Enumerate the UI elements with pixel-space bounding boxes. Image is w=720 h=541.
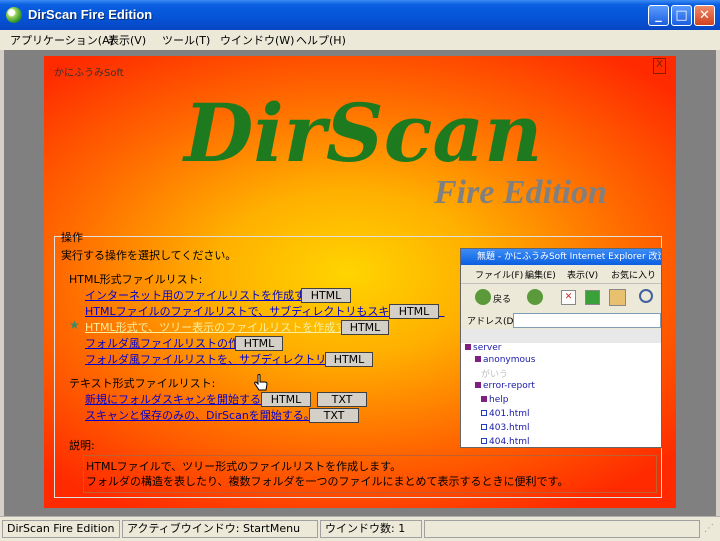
menu-window[interactable]: ウインドウ(W) xyxy=(220,32,294,48)
tree-item: server xyxy=(465,343,502,353)
description-line-1: HTMLファイルで、ツリー形式のファイルリストを作成します。 xyxy=(86,460,402,473)
preview-back-label: 戻る xyxy=(493,295,512,305)
tree-item: help xyxy=(481,395,508,405)
brand-label: かにふうみSoft xyxy=(54,68,124,79)
html-item-tree-list-html-button[interactable]: HTML xyxy=(341,320,389,335)
description-label: 説明: xyxy=(69,439,95,452)
app-icon xyxy=(6,7,22,23)
html-item-folder-list-subdir-html-button[interactable]: HTML xyxy=(325,352,373,367)
html-item-folder-list-subdir[interactable]: フォルダ風ファイルリストを、サブディレクトリも作成 xyxy=(85,351,359,367)
selected-star-icon: ★ xyxy=(69,318,80,332)
text-item-scan-save-txt-button[interactable]: TXT xyxy=(309,408,359,423)
html-item-internet-list[interactable]: インターネット用のファイルリストを作成する。 xyxy=(85,287,327,303)
html-section-label: HTML形式ファイルリスト: xyxy=(69,273,203,286)
menu-view[interactable]: 表示(V) xyxy=(108,32,146,48)
window-title: DirScan Fire Edition xyxy=(28,7,153,22)
menu-application[interactable]: アプリケーション(A) xyxy=(10,32,114,48)
preview-menu-favorites: お気に入り xyxy=(611,271,657,281)
tree-item: 403.html xyxy=(481,423,530,433)
html-item-folder-list[interactable]: フォルダ風ファイルリストの作成 xyxy=(85,335,250,351)
html-item-internet-list-html-button[interactable]: HTML xyxy=(301,288,351,303)
html-item-folder-list-html-button[interactable]: HTML xyxy=(235,336,283,351)
preview-address-field xyxy=(513,313,661,328)
text-section-label: テキスト形式ファイルリスト: xyxy=(69,377,216,390)
preview-toolbar: 戻る ✕ xyxy=(461,283,661,312)
html-item-tree-list[interactable]: HTML形式で、ツリー表示のファイルリストを作成する。 xyxy=(85,319,368,335)
app-window: DirScan Fire Edition _ □ ✕ アプリケーション(A) 表… xyxy=(0,0,720,541)
status-window-count: ウインドウ数: 1 xyxy=(320,520,422,538)
tree-item: anonymous xyxy=(475,355,535,365)
preview-address-label: アドレス(D) xyxy=(467,317,517,327)
back-icon xyxy=(475,289,491,305)
preview-menu: ファイル(F) 編集(E) 表示(V) お気に入り xyxy=(461,265,661,283)
status-empty-cell xyxy=(424,520,700,538)
title-bar[interactable]: DirScan Fire Edition _ □ ✕ xyxy=(0,0,720,30)
preview-menu-file: ファイル(F) xyxy=(475,271,524,281)
text-item-new-scan-txt-button[interactable]: TXT xyxy=(317,392,367,407)
status-app-name: DirScan Fire Edition xyxy=(2,520,120,538)
preview-address-bar: アドレス(D) xyxy=(461,311,661,329)
preview-title: 無題 - かにふうみSoft Internet Explorer 改造版 xyxy=(461,249,661,265)
text-item-new-scan-html-button[interactable]: HTML xyxy=(261,392,311,407)
description-box: HTMLファイルで、ツリー形式のファイルリストを作成します。 フォルダの構造を表… xyxy=(83,455,657,493)
preview-menu-edit: 編集(E) xyxy=(525,271,556,281)
forward-icon xyxy=(527,289,543,305)
status-active-window: アクティブウインドウ: StartMenu xyxy=(122,520,318,538)
resize-grip-icon[interactable]: ⋰ xyxy=(704,523,716,537)
html-item-subdir-scan-html-button[interactable]: HTML xyxy=(389,304,439,319)
maximize-button[interactable]: □ xyxy=(671,5,692,26)
logo-text: DirScan xyxy=(184,86,543,180)
status-bar: DirScan Fire Edition アクティブウインドウ: StartMe… xyxy=(0,516,720,541)
home-icon xyxy=(609,289,626,306)
preview-tree: server anonymous がいう error-report help 4… xyxy=(461,343,661,447)
text-item-new-scan[interactable]: 新規にフォルダスキャンを開始する。 xyxy=(85,391,272,407)
minimize-button[interactable]: _ xyxy=(648,5,669,26)
menu-tools[interactable]: ツール(T) xyxy=(162,32,210,48)
panel-close-button[interactable]: X xyxy=(653,58,666,74)
menu-bar: アプリケーション(A) 表示(V) ツール(T) ウインドウ(W) ヘルプ(H) xyxy=(0,30,720,50)
search-icon xyxy=(639,289,653,303)
edition-subtitle: Fire Edition xyxy=(434,174,607,211)
refresh-icon xyxy=(585,290,600,305)
preview-screenshot: 無題 - かにふうみSoft Internet Explorer 改造版 ファイ… xyxy=(460,248,662,448)
menu-help[interactable]: ヘルプ(H) xyxy=(296,32,346,48)
preview-header-strip xyxy=(461,329,661,343)
operations-group-label: 操作 xyxy=(61,231,83,244)
tree-item: 401.html xyxy=(481,409,530,419)
close-button[interactable]: ✕ xyxy=(694,5,715,26)
instruction-text: 実行する操作を選択してください。 xyxy=(61,249,237,262)
hand-cursor-icon xyxy=(254,374,268,391)
text-item-scan-save[interactable]: スキャンと保存のみの、DirScanを開始する。 xyxy=(85,407,315,423)
description-line-2: フォルダの構造を表したり、複数フォルダを一つのファイルにまとめて表示するときに便… xyxy=(86,475,569,488)
tree-item: 404.html xyxy=(481,437,530,447)
stop-icon: ✕ xyxy=(561,290,576,305)
tree-item: error-report xyxy=(475,381,535,391)
tree-item: がいう xyxy=(481,370,509,380)
preview-menu-view: 表示(V) xyxy=(567,271,599,281)
